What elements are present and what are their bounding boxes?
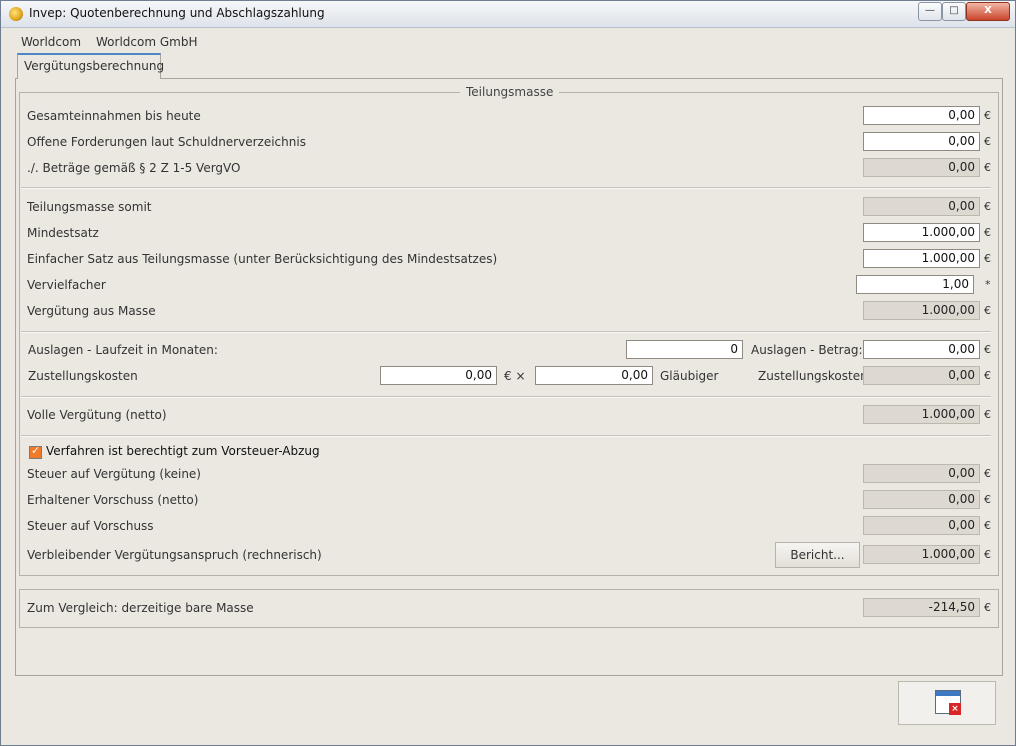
- teilungsmasse-somit-label: Teilungsmasse somit: [27, 200, 152, 214]
- betraege-label: ./. Beträge gemäß § 2 Z 1-5 VergVO: [27, 161, 241, 175]
- erhaltener-vorschuss-value: 0,00: [863, 490, 980, 509]
- steuer-verguetung-value: 0,00: [863, 464, 980, 483]
- euro-unit: €: [984, 369, 991, 382]
- gesamteinnahmen-label: Gesamteinnahmen bis heute: [27, 109, 201, 123]
- maximize-button[interactable]: □: [942, 2, 966, 21]
- betraege-value: 0,00: [863, 158, 980, 177]
- volle-verguetung-label: Volle Vergütung (netto): [27, 408, 167, 422]
- steuer-verguetung-label: Steuer auf Vergütung (keine): [27, 467, 201, 481]
- zustellungskosten-result-label: Zustellungskosten: [758, 369, 868, 383]
- verbleibend-value: 1.000,00: [863, 545, 980, 564]
- auslagen-laufzeit-label: Auslagen - Laufzeit in Monaten:: [28, 343, 218, 357]
- volle-verguetung-value: 1.000,00: [863, 405, 980, 424]
- vervielfacher-input[interactable]: 1,00: [856, 275, 974, 294]
- offene-forderungen-label: Offene Forderungen laut Schuldnerverzeic…: [27, 135, 306, 149]
- verguetung-masse-label: Vergütung aus Masse: [27, 304, 156, 318]
- tab-verguetungsberechnung[interactable]: Vergütungsberechnung: [17, 53, 165, 79]
- vorsteuer-checkbox[interactable]: ✓: [29, 444, 42, 459]
- verguetung-masse-value: 1.000,00: [863, 301, 980, 320]
- euro-unit: €: [984, 343, 991, 356]
- application-window: Invep: Quotenberechnung und Abschlagszah…: [0, 0, 1016, 746]
- close-dialog-button[interactable]: ×: [898, 681, 996, 725]
- erhaltener-vorschuss-label: Erhaltener Vorschuss (netto): [27, 493, 199, 507]
- euro-unit: €: [984, 548, 991, 561]
- euro-unit: €: [984, 467, 991, 480]
- separator: [21, 435, 991, 437]
- window-close-button[interactable]: X: [966, 2, 1010, 21]
- euro-unit: €: [984, 408, 991, 421]
- title-bar[interactable]: Invep: Quotenberechnung und Abschlagszah…: [1, 1, 1015, 28]
- einfacher-satz-input[interactable]: 1.000,00: [863, 249, 980, 268]
- verbleibend-label: Verbleibender Vergütungsanspruch (rechne…: [27, 548, 322, 562]
- bericht-button[interactable]: Bericht...: [775, 542, 860, 568]
- auslagen-betrag-input[interactable]: 0,00: [863, 340, 980, 359]
- vergleich-value: -214,50: [863, 598, 980, 617]
- euro-unit: €: [984, 109, 991, 122]
- euro-unit: €: [984, 200, 991, 213]
- auslagen-betrag-label: Auslagen - Betrag:: [751, 343, 863, 357]
- zustellungskosten-value: 0,00: [863, 366, 980, 385]
- menu-worldcom-gmbh[interactable]: Worldcom GmbH: [96, 35, 197, 49]
- euro-unit: €: [984, 519, 991, 532]
- close-window-icon: ×: [935, 690, 961, 715]
- tab-label: Vergütungsberechnung: [24, 59, 165, 73]
- einfacher-satz-label: Einfacher Satz aus Teilungsmasse (unter …: [27, 252, 498, 266]
- teilungsmasse-somit-value: 0,00: [863, 197, 980, 216]
- mindestsatz-input[interactable]: 1.000,00: [863, 223, 980, 242]
- steuer-vorschuss-label: Steuer auf Vorschuss: [27, 519, 154, 533]
- vergleich-label: Zum Vergleich: derzeitige bare Masse: [27, 601, 254, 615]
- mindestsatz-label: Mindestsatz: [27, 226, 99, 240]
- red-x-shape: ×: [949, 703, 961, 715]
- offene-forderungen-input[interactable]: 0,00: [863, 132, 980, 151]
- glaeubiger-label: Gläubiger: [660, 369, 719, 383]
- euro-unit: €: [984, 135, 991, 148]
- check-icon: ✓: [31, 444, 41, 457]
- minimize-button[interactable]: —: [918, 2, 942, 21]
- zustellungskosten-per-input[interactable]: 0,00: [380, 366, 497, 385]
- euro-unit: €: [984, 493, 991, 506]
- separator: [21, 396, 991, 398]
- times-label: € ×: [504, 369, 526, 383]
- steuer-vorschuss-value: 0,00: [863, 516, 980, 535]
- euro-unit: €: [984, 252, 991, 265]
- auslagen-laufzeit-input[interactable]: 0: [626, 340, 743, 359]
- glaeubiger-count-input[interactable]: 0,00: [535, 366, 653, 385]
- euro-unit: €: [984, 601, 991, 614]
- app-icon: [9, 7, 23, 21]
- window-titlebar-shape: [936, 691, 960, 696]
- euro-unit: €: [984, 304, 991, 317]
- zustellungskosten-label: Zustellungskosten: [28, 369, 138, 383]
- gesamteinnahmen-input[interactable]: 0,00: [863, 106, 980, 125]
- group-title: Teilungsmasse: [460, 85, 560, 99]
- separator: [21, 331, 991, 333]
- vorsteuer-label[interactable]: Verfahren ist berechtigt zum Vorsteuer-A…: [46, 444, 320, 458]
- separator: [21, 187, 991, 189]
- menu-worldcom[interactable]: Worldcom: [21, 35, 81, 49]
- multiplier-unit: *: [985, 278, 991, 291]
- window-title: Invep: Quotenberechnung und Abschlagszah…: [29, 6, 325, 20]
- vervielfacher-label: Vervielfacher: [27, 278, 106, 292]
- euro-unit: €: [984, 161, 991, 174]
- euro-unit: €: [984, 226, 991, 239]
